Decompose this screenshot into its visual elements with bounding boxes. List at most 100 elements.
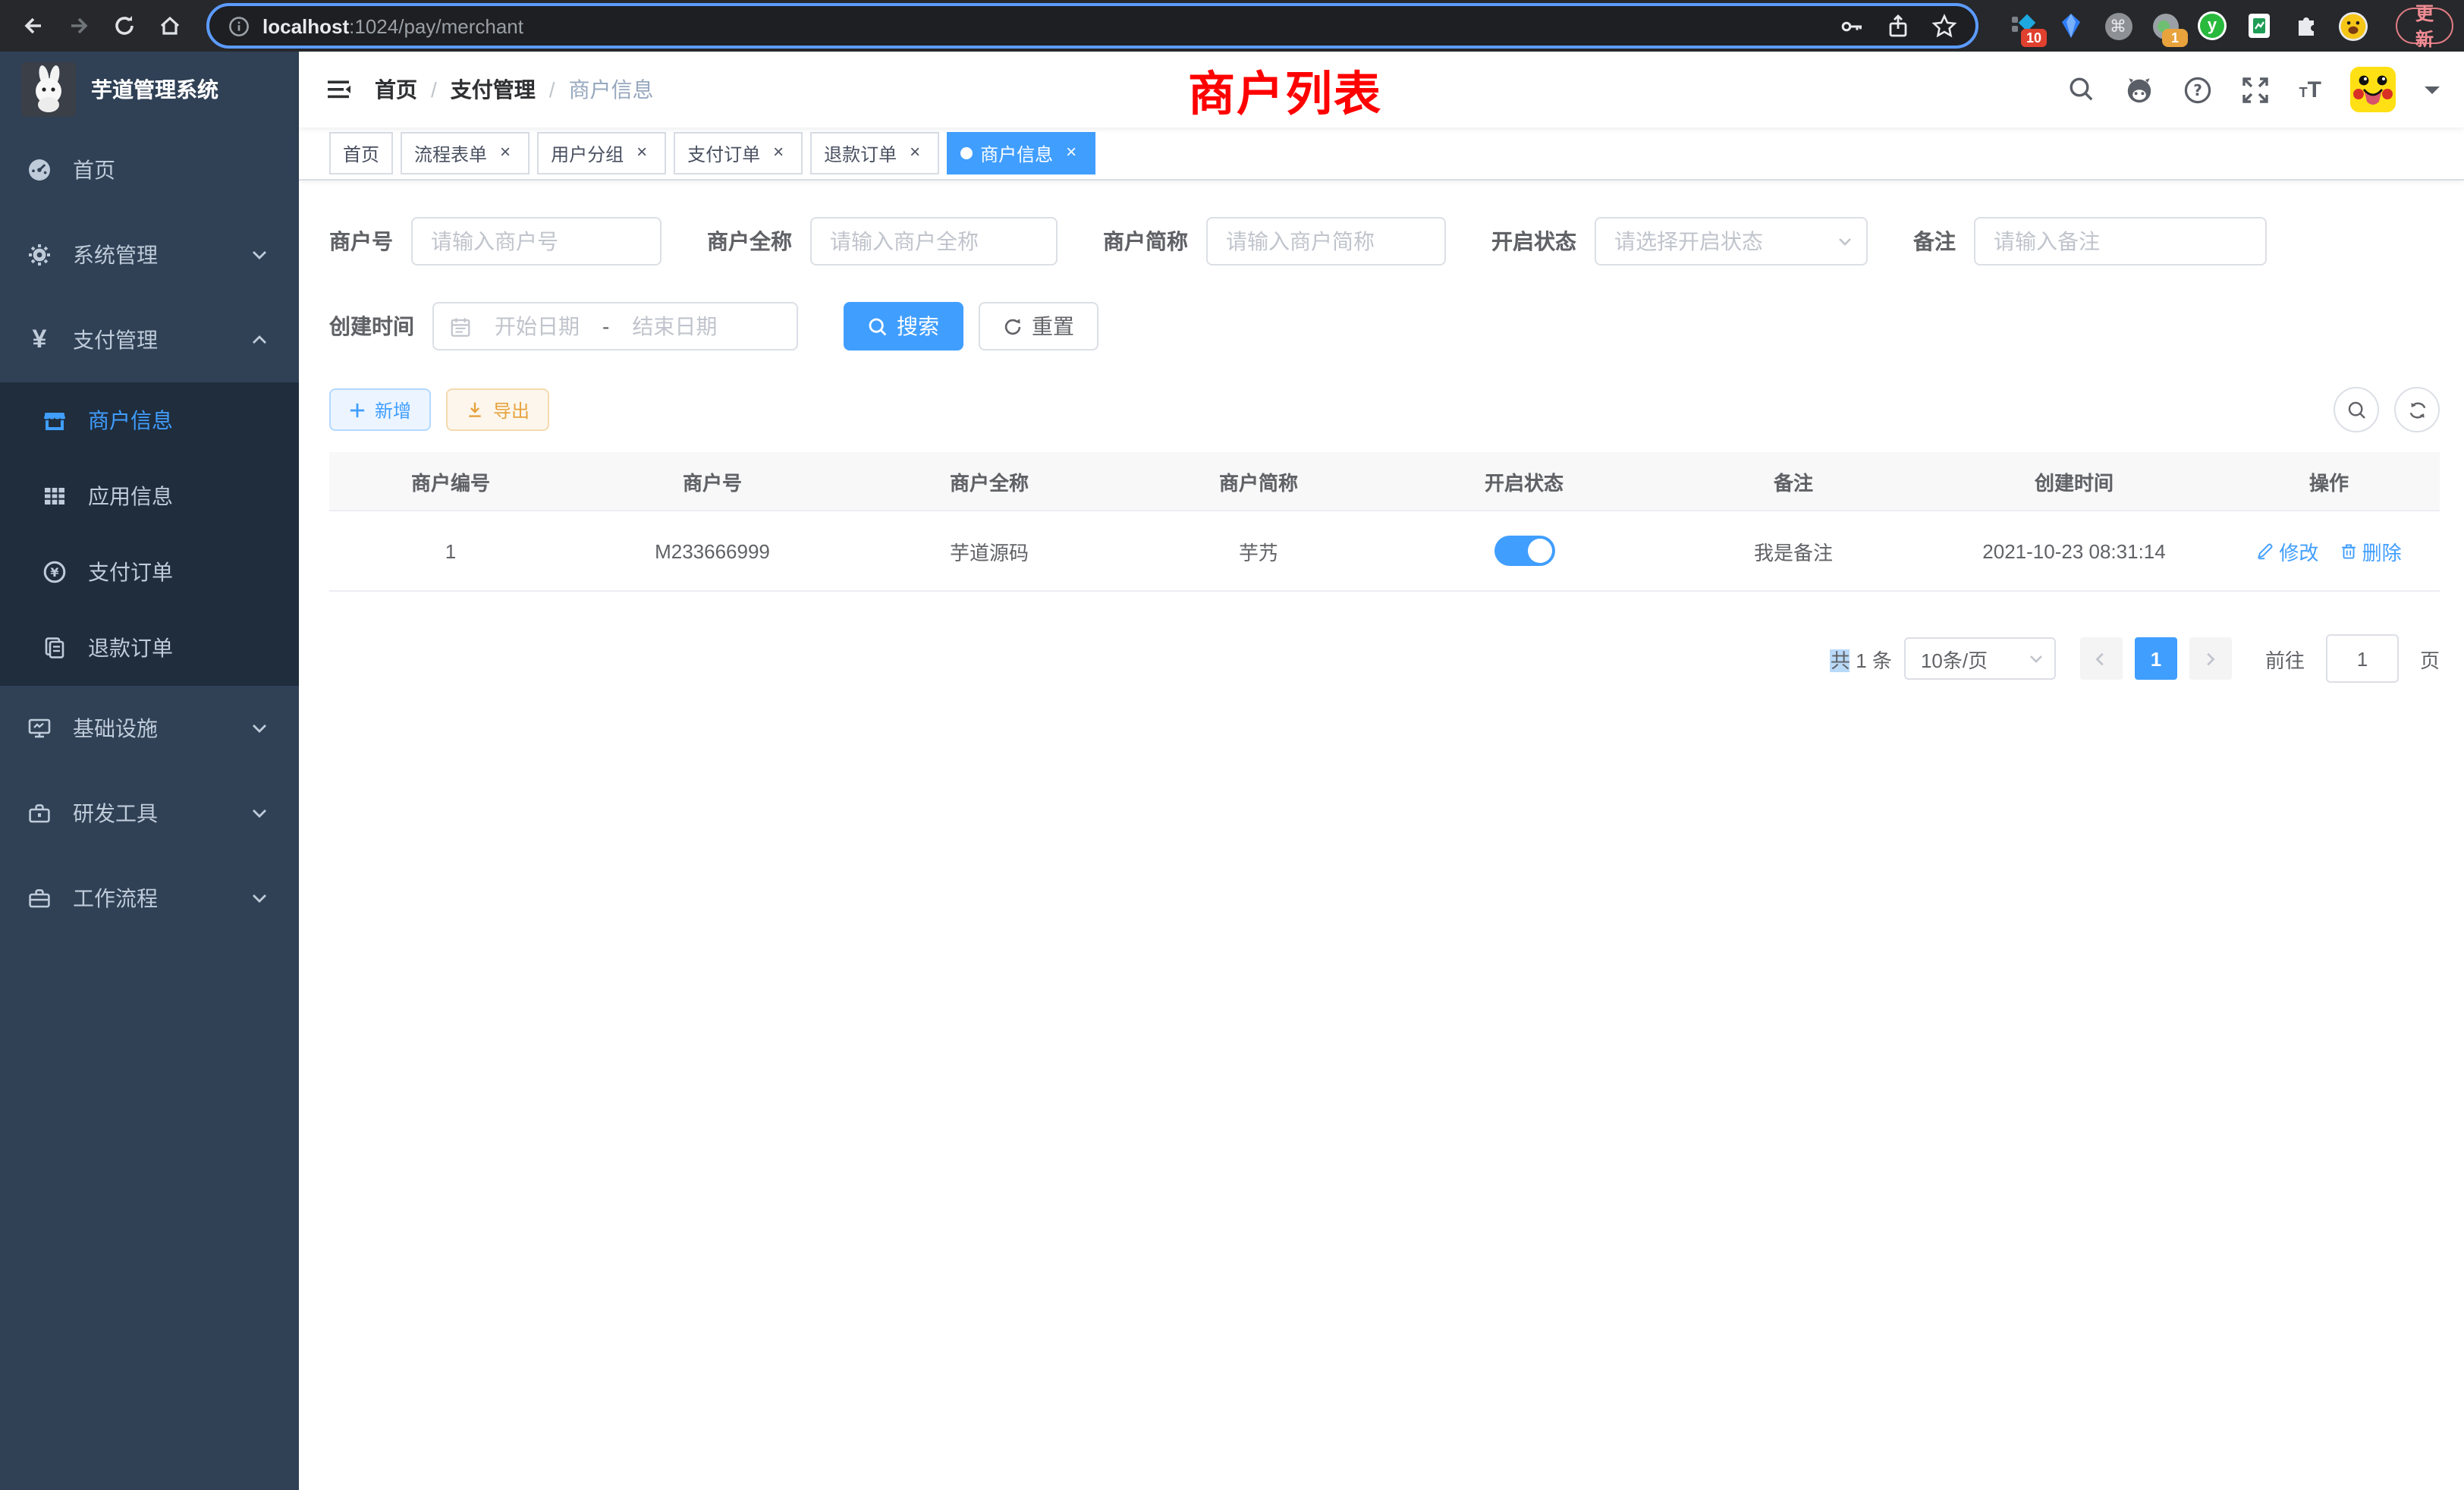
fullscreen-icon[interactable] (2242, 75, 2271, 104)
full-name-input[interactable] (810, 217, 1058, 266)
add-button[interactable]: 新增 (329, 388, 431, 431)
page-info-icon[interactable] (228, 14, 250, 37)
chevron-down-icon (2027, 649, 2045, 668)
extension-pinned-icon[interactable]: 10 (2009, 11, 2039, 41)
sidebar-item-system[interactable]: 系统管理 (0, 212, 299, 297)
sidebar-logo[interactable]: 芋道管理系统 (0, 52, 299, 127)
sidebar-item-workflow[interactable]: 工作流程 (0, 856, 299, 941)
yen-icon: ¥ (27, 328, 52, 352)
remark-input[interactable] (1974, 217, 2267, 266)
browser-reload-button[interactable] (106, 8, 143, 44)
breadcrumb-payment[interactable]: 支付管理 (451, 74, 536, 105)
sidebar-item-app-info[interactable]: 应用信息 (0, 458, 299, 534)
password-key-icon[interactable] (1839, 13, 1865, 39)
prev-page-button[interactable] (2080, 637, 2123, 680)
breadcrumb-home[interactable]: 首页 (375, 74, 417, 105)
tab-pay-order[interactable]: 支付订单× (674, 132, 803, 174)
sidebar-item-home[interactable]: 首页 (0, 127, 299, 212)
extension-y-icon[interactable]: y (2197, 11, 2227, 41)
tab-home[interactable]: 首页 (329, 132, 393, 174)
browser-home-button[interactable] (152, 8, 188, 44)
cell-merchant-no: M233666999 (572, 511, 853, 591)
tab-merchant-info[interactable]: 商户信息× (947, 132, 1095, 174)
extension-sheet-icon[interactable] (2244, 11, 2274, 41)
short-name-input[interactable] (1206, 217, 1446, 266)
sidebar: 芋道管理系统 首页 系统管理 ¥ 支付管理 (0, 52, 299, 1490)
create-time-range-picker[interactable]: - (432, 302, 798, 350)
cell-short-name: 芋艿 (1126, 511, 1391, 591)
address-bar[interactable]: localhost:1024/pay/merchant (206, 3, 1978, 49)
chevron-down-icon (247, 801, 272, 825)
github-icon[interactable] (2125, 74, 2155, 105)
extension-command-icon[interactable]: ⌘ (2103, 11, 2133, 41)
refund-doc-icon (42, 636, 67, 660)
share-icon[interactable] (1886, 13, 1910, 39)
url-text[interactable]: localhost:1024/pay/merchant (262, 14, 523, 37)
sidebar-item-pay-order[interactable]: ¥ 支付订单 (0, 534, 299, 610)
browser-update-button[interactable]: 更新 (2396, 8, 2453, 44)
gear-icon (27, 243, 52, 267)
col-create-time: 创建时间 (1930, 452, 2218, 511)
sidebar-item-merchant-info[interactable]: 商户信息 (0, 382, 299, 458)
refresh-icon (1003, 316, 1023, 336)
page-size-select[interactable]: 10条/页 (1904, 637, 2056, 680)
breadcrumb-merchant-info: 商户信息 (569, 74, 654, 105)
user-avatar[interactable] (2350, 67, 2396, 112)
edit-link[interactable]: 修改 (2256, 536, 2318, 565)
search-button[interactable]: 搜索 (844, 302, 963, 350)
close-icon[interactable]: × (495, 143, 516, 164)
sidebar-item-refund-order[interactable]: 退款订单 (0, 610, 299, 686)
col-full-name: 商户全称 (853, 452, 1126, 511)
sidebar-item-infrastructure[interactable]: 基础设施 (0, 686, 299, 771)
browser-forward-button[interactable] (61, 8, 97, 44)
end-date-input[interactable] (621, 314, 728, 338)
menu-fold-icon[interactable] (323, 74, 354, 105)
top-navbar: 首页 / 支付管理 / 商户信息 商户列表 ? (299, 52, 2464, 127)
reset-button[interactable]: 重置 (979, 302, 1098, 350)
toggle-search-button[interactable] (2334, 387, 2379, 432)
browser-toolbar: localhost:1024/pay/merchant 10 (0, 0, 2464, 52)
browser-profile-avatar[interactable] (2338, 11, 2368, 41)
close-icon[interactable]: × (904, 143, 926, 164)
extensions-puzzle-icon[interactable] (2291, 11, 2321, 41)
delete-link[interactable]: 删除 (2340, 536, 2402, 565)
extension-gem-icon[interactable] (2056, 11, 2086, 41)
help-icon[interactable]: ? (2184, 75, 2213, 104)
tab-process-form[interactable]: 流程表单× (401, 132, 530, 174)
grid-icon (42, 484, 67, 508)
export-button[interactable]: 导出 (446, 388, 549, 431)
browser-back-button[interactable] (15, 8, 52, 44)
status-toggle[interactable] (1494, 536, 1554, 566)
refresh-table-button[interactable] (2394, 387, 2440, 432)
goto-page-input[interactable] (2326, 634, 2399, 683)
chevron-down-icon (1836, 232, 1854, 250)
status-select[interactable]: 请选择开启状态 (1595, 217, 1868, 266)
font-size-icon[interactable]: TT (2299, 78, 2321, 101)
toggle-knob (1527, 539, 1551, 563)
tab-refund-order[interactable]: 退款订单× (810, 132, 939, 174)
merchant-no-label: 商户号 (329, 226, 393, 256)
total-text: 共 1 条 (1831, 644, 1892, 673)
header-search-icon[interactable] (2069, 76, 2096, 103)
sidebar-item-dev-tools[interactable]: 研发工具 (0, 771, 299, 856)
close-icon[interactable]: × (631, 143, 652, 164)
status-label: 开启状态 (1491, 226, 1576, 256)
calendar-icon (449, 315, 472, 338)
bookmark-star-icon[interactable] (1931, 13, 1957, 39)
refresh-icon (2407, 400, 2427, 420)
start-date-input[interactable] (484, 314, 590, 338)
close-icon[interactable]: × (768, 143, 789, 164)
next-page-button[interactable] (2189, 637, 2232, 680)
page-number-1[interactable]: 1 (2135, 637, 2177, 680)
merchant-no-input[interactable] (411, 217, 662, 266)
active-tab-dot (960, 147, 973, 159)
user-caret-icon[interactable] (2425, 86, 2440, 101)
search-form-row-2: 创建时间 - 搜索 重置 (329, 302, 2440, 350)
chevron-right-icon (2202, 650, 2219, 667)
tab-user-group[interactable]: 用户分组× (537, 132, 666, 174)
close-icon[interactable]: × (1061, 143, 1082, 164)
table-row: 1 M233666999 芋道源码 芋艿 我是备注 2021-10-23 08:… (329, 511, 2440, 591)
chevron-down-icon (247, 716, 272, 740)
sidebar-item-payment[interactable]: ¥ 支付管理 (0, 297, 299, 382)
extension-green-dot-icon[interactable]: 1 (2150, 11, 2180, 41)
